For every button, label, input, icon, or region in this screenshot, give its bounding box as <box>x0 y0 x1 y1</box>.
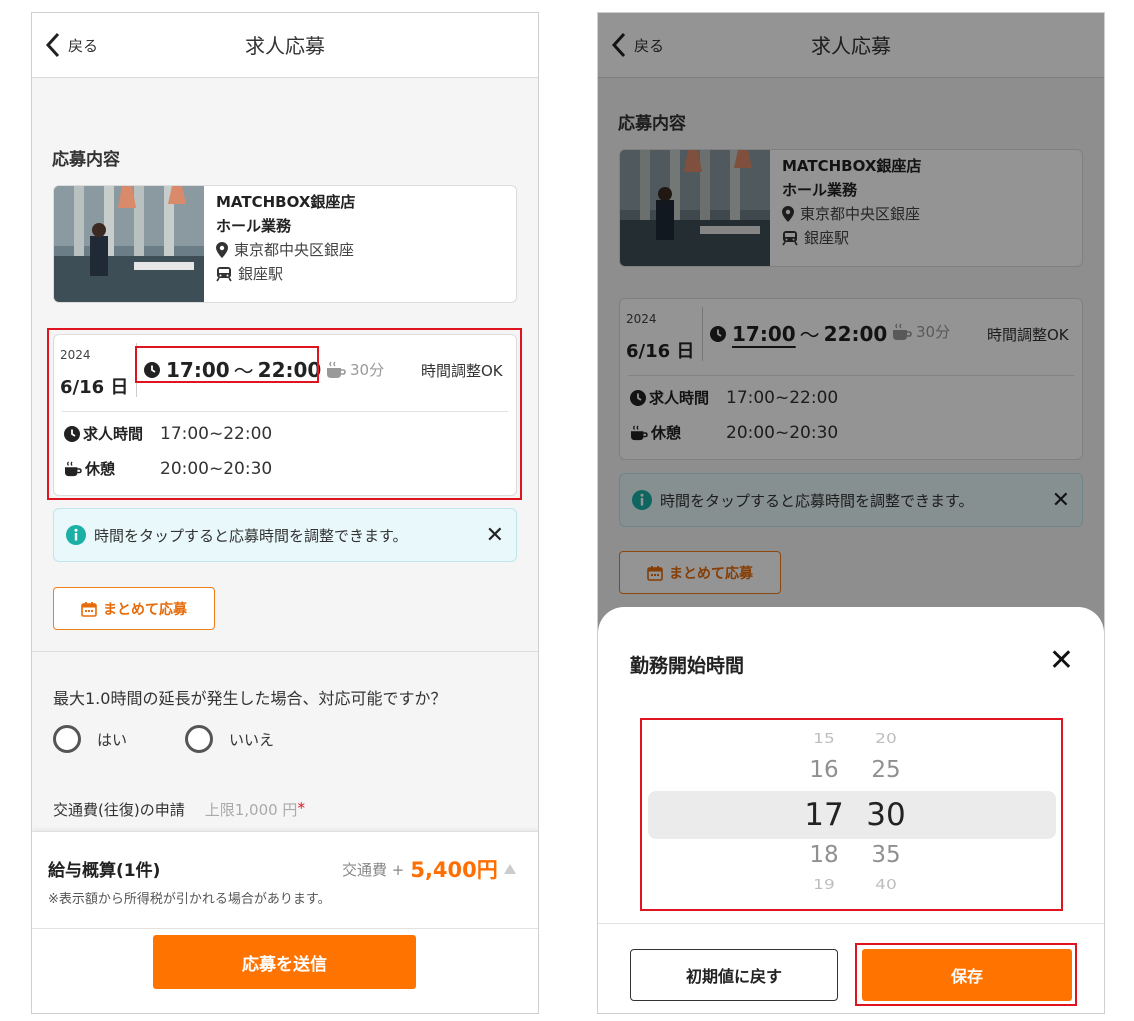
shift-card: 2024 6/16 日 17:00 〜 22:00 30分 時間調整OK 求人時… <box>53 334 517 496</box>
restaurant-photo <box>54 186 204 302</box>
close-info-button[interactable]: ✕ <box>486 523 504 548</box>
caret-up-icon[interactable] <box>503 864 516 874</box>
calendar-icon <box>81 601 97 617</box>
hour-selected[interactable]: 17 <box>794 797 854 833</box>
clock-icon <box>144 361 160 378</box>
info-text: 時間をタップすると応募時間を調整できます。 <box>94 526 408 545</box>
hour-option[interactable]: 15 <box>794 731 854 747</box>
minute-option[interactable]: 25 <box>854 757 918 783</box>
minute-wheel[interactable]: 20 25 30 35 40 <box>854 717 918 913</box>
job-time-row: 求人時間 17:00~22:00 <box>64 423 272 444</box>
clock-icon <box>64 425 80 442</box>
salary-estimate[interactable]: 交通費 + 5,400円 <box>342 854 516 884</box>
shift-end-time[interactable]: 22:00 <box>258 358 322 382</box>
minute-option[interactable]: 40 <box>854 877 918 893</box>
salary-label: 給与概算(1件) <box>48 861 161 881</box>
reset-button[interactable]: 初期値に戻す <box>630 949 838 1001</box>
coffee-icon <box>327 361 346 378</box>
hour-wheel[interactable]: 15 16 17 18 19 <box>794 717 854 913</box>
sheet-title: 勤務開始時間 <box>630 655 745 677</box>
radio-circle[interactable] <box>185 725 213 753</box>
shift-year: 2024 <box>60 348 91 362</box>
header: 戻る 求人応募 <box>32 13 538 78</box>
start-time-picker-screen: 戻る 求人応募 応募内容 MATCHBOX銀座店 ホール業務 東京都中央区銀座 … <box>597 12 1105 1014</box>
close-sheet-button[interactable]: ✕ <box>1049 643 1074 678</box>
info-icon <box>66 525 86 545</box>
job-card[interactable]: MATCHBOX銀座店 ホール業務 東京都中央区銀座 銀座駅 <box>53 185 517 303</box>
shift-start-time[interactable]: 17:00 <box>166 358 230 382</box>
tax-note: ※表示額から所得税が引かれる場合があります。 <box>48 892 331 907</box>
time-adjustable-label: 時間調整OK <box>421 362 503 380</box>
shift-time-button[interactable]: 17:00 〜 22:00 <box>144 355 321 384</box>
time-picker[interactable]: 15 16 17 18 19 20 25 30 35 40 <box>598 717 1104 913</box>
job-station: 銀座駅 <box>238 265 284 283</box>
radio-yes[interactable]: はい <box>53 725 127 753</box>
minute-option[interactable]: 35 <box>854 842 918 868</box>
save-button[interactable]: 保存 <box>862 949 1072 1001</box>
salary-amount: 5,400円 <box>410 858 498 882</box>
job-position: ホール業務 <box>216 217 292 235</box>
train-icon <box>216 267 232 282</box>
submit-application-button[interactable]: 応募を送信 <box>153 935 416 989</box>
hour-option[interactable]: 19 <box>794 877 854 893</box>
application-screen: 戻る 求人応募 応募内容 MATCHBOX銀座店 ホール業務 東京都中央区銀座 … <box>31 12 539 1014</box>
bulk-apply-button[interactable]: まとめて応募 <box>53 587 215 630</box>
radio-no[interactable]: いいえ <box>185 725 274 753</box>
extension-question: 最大1.0時間の延長が発生した場合、対応可能ですか？ <box>53 689 447 708</box>
minute-selected[interactable]: 30 <box>854 797 918 833</box>
store-name: MATCHBOX銀座店 <box>216 193 356 211</box>
coffee-icon <box>65 460 82 476</box>
job-location: 東京都中央区銀座 <box>234 241 355 259</box>
start-time-sheet: 勤務開始時間 ✕ 15 16 17 18 19 20 25 30 35 40 初… <box>598 607 1104 1013</box>
transport-request-row: 交通費(往復)の申請 上限1,000 円 * <box>53 799 305 819</box>
map-pin-icon <box>216 242 228 258</box>
footer: 給与概算(1件) 交通費 + 5,400円 ※表示額から所得税が引かれる場合があ… <box>32 831 538 1013</box>
page-title: 求人応募 <box>245 34 325 58</box>
shift-tilde: 〜 <box>233 359 254 383</box>
hour-option[interactable]: 18 <box>794 842 854 868</box>
radio-circle[interactable] <box>53 725 81 753</box>
break-duration: 30分 <box>326 359 384 380</box>
minute-option[interactable]: 20 <box>854 731 918 747</box>
hour-option[interactable]: 16 <box>794 757 854 783</box>
info-banner: 時間をタップすると応募時間を調整できます。 ✕ <box>53 508 517 562</box>
break-time-row: 休憩 20:00~20:30 <box>64 458 272 479</box>
shift-date: 6/16 日 <box>60 377 129 398</box>
section-title: 応募内容 <box>52 150 120 170</box>
